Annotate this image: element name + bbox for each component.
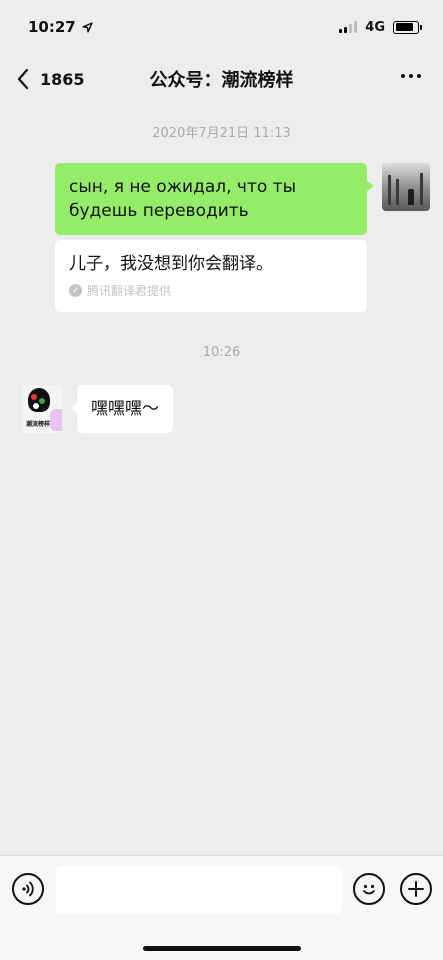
nav-bar: 1865 公众号：潮流榜样 [0,54,443,104]
translation-text: 儿子，我没想到你会翻译。 [69,254,273,274]
more-icon[interactable] [397,70,425,82]
message-timestamp-2: 10:26 [202,345,241,360]
network-label: 4G [365,19,385,35]
status-bar: 10:27 4G [0,0,443,54]
signal-icon [339,21,358,33]
back-unread-count: 1865 [40,69,85,89]
translation-source-label: 腾讯翻译君提供 [87,284,172,298]
home-indicator[interactable] [143,946,301,951]
translation-source: ✓ 腾讯翻译君提供 [69,282,353,299]
avatar-brand-text: 潮流榜样 [26,421,51,428]
official-account-avatar[interactable]: 潮流榜样 [22,385,62,433]
voice-icon[interactable] [12,873,44,905]
emoji-icon[interactable] [353,873,385,905]
back-chevron-icon [17,68,29,90]
received-message-bubble[interactable]: 嘿嘿嘿～ [70,385,173,433]
message-timestamp: 2020年7月21日 11:13 [152,126,291,141]
message-input[interactable] [56,866,342,914]
check-icon: ✓ [69,284,82,297]
sent-message-bubble[interactable]: сын, я не ожидал, что ты будешь переводи… [55,163,374,235]
status-left: 10:27 [28,18,93,36]
my-avatar[interactable] [382,163,430,211]
status-time: 10:27 [28,18,76,36]
back-button[interactable]: 1865 [16,54,85,104]
status-right: 4G [339,19,422,35]
battery-icon [393,20,422,34]
location-arrow-icon [82,21,93,33]
input-bar [0,855,443,960]
battery-fill [395,23,414,31]
translation-card[interactable]: 儿子，我没想到你会翻译。 ✓ 腾讯翻译君提供 [55,240,367,312]
plus-icon[interactable] [400,873,432,905]
